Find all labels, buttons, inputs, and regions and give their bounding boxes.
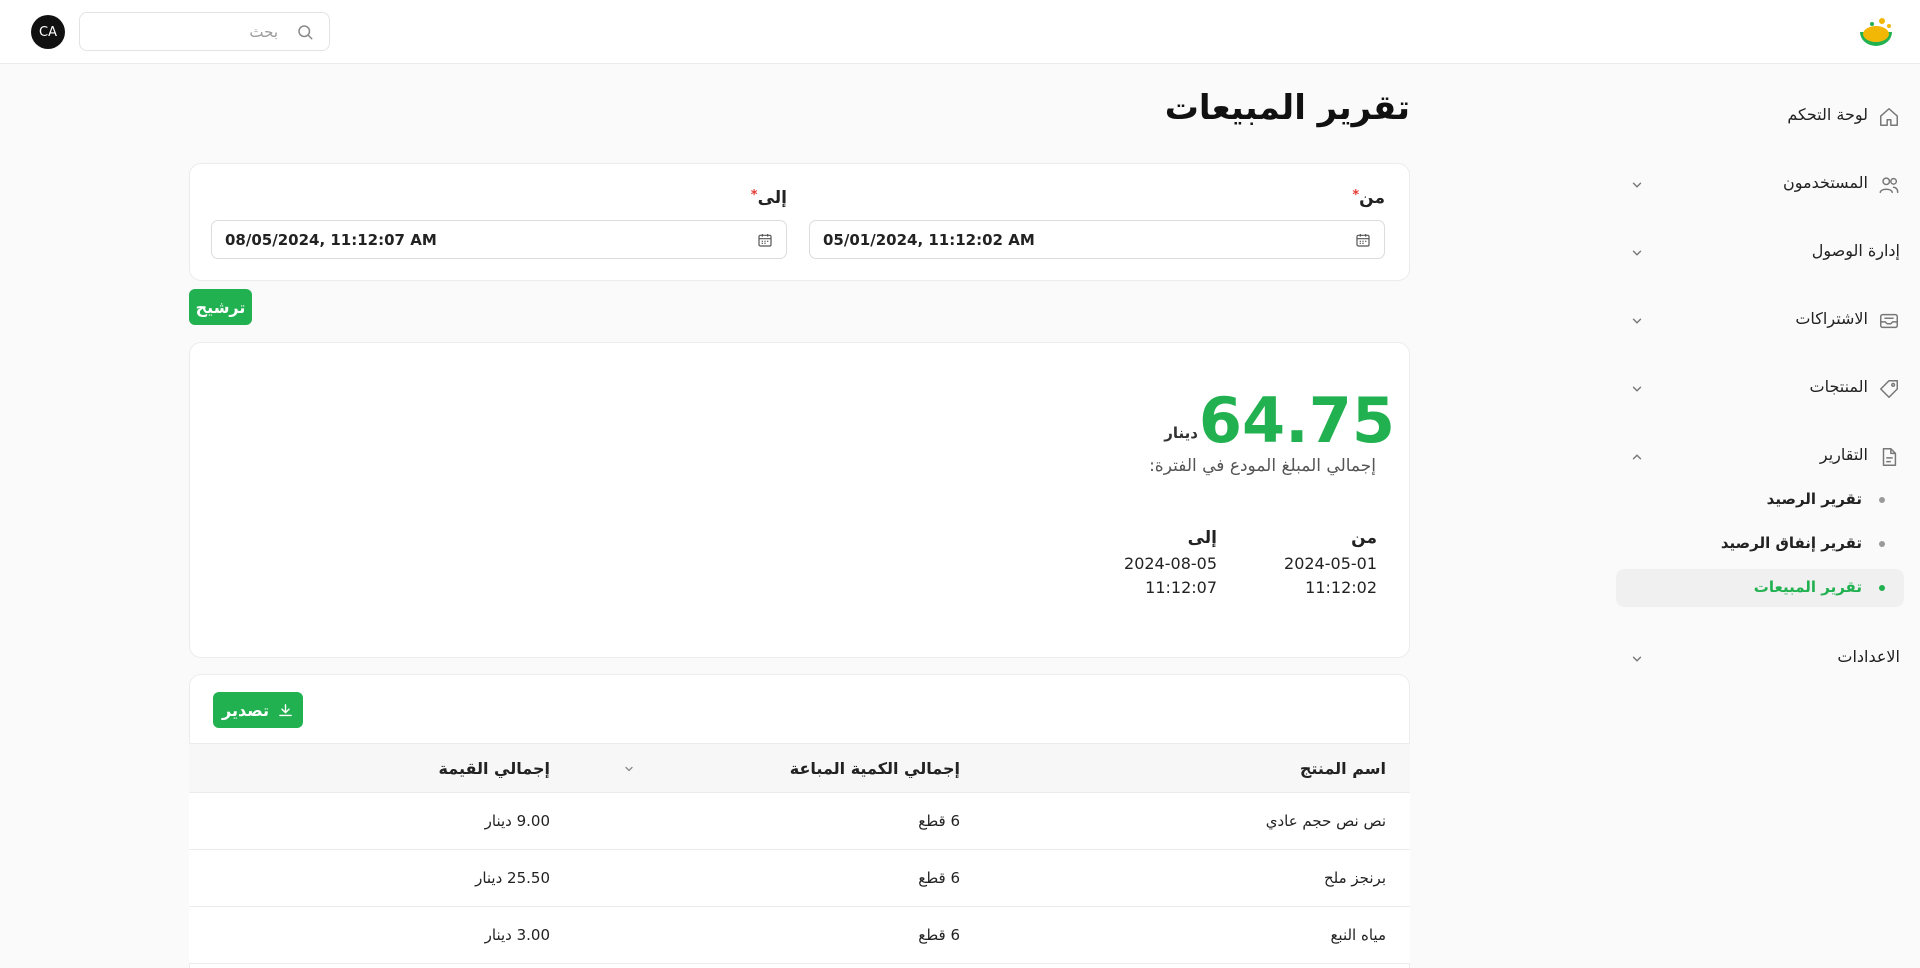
calendar-icon[interactable] (757, 232, 773, 248)
sidebar-subitem-label: تقرير الرصيد (1766, 490, 1862, 508)
bullet-dot-icon (1879, 497, 1885, 503)
top-header: CA (0, 0, 1920, 64)
cell-product-name: برنجز ملح (1323, 869, 1386, 887)
sidebar: لوحة التحكم المستخدمون إدارة الوصول الاش… (1600, 64, 1920, 968)
table-row[interactable]: مياه النبع 6 قطع 3.00 دينار (189, 907, 1410, 964)
sidebar-item-subscriptions[interactable]: الاشتراكات (1620, 300, 1910, 340)
sidebar-item-label: الاعدادات (1837, 647, 1900, 666)
currency-label: دينار (1164, 424, 1198, 442)
sidebar-item-label: المستخدمون (1783, 173, 1868, 192)
file-icon (1882, 448, 1897, 466)
period-to-label: إلى (1187, 528, 1217, 548)
chevron-down-icon (1632, 250, 1642, 256)
export-button[interactable]: تصدير (213, 692, 303, 728)
filter-card: من* 05/01/2024, 11:12:02 AM إلى* 08/05/2… (189, 163, 1410, 281)
from-label: من* (1352, 188, 1385, 208)
download-icon (279, 703, 292, 716)
chevron-down-icon (1632, 318, 1642, 324)
filter-button[interactable]: ترشيح (189, 289, 252, 325)
avatar[interactable]: CA (31, 15, 65, 49)
calendar-icon[interactable] (1355, 232, 1371, 248)
chevron-down-icon (1632, 656, 1642, 662)
sidebar-subitem-balance-spending-report[interactable]: تقرير إنفاق الرصيد (1616, 525, 1904, 563)
sidebar-item-dashboard[interactable]: لوحة التحكم (1620, 96, 1910, 136)
period-total-label: إجمالي المبلغ المودع في الفترة: (1149, 456, 1376, 476)
sidebar-item-label: إدارة الوصول (1811, 241, 1900, 260)
bullet-dot-icon (1879, 585, 1885, 591)
from-date-value: 05/01/2024, 11:12:02 AM (823, 231, 1035, 249)
chevron-up-icon (1632, 454, 1642, 460)
bullet-dot-icon (1879, 541, 1885, 547)
cell-quantity: 6 قطع (918, 869, 960, 887)
column-header-total-quantity[interactable]: إجمالي الكمية المباعة (790, 759, 960, 778)
sidebar-item-users[interactable]: المستخدمون (1620, 164, 1910, 204)
table-header: اسم المنتج إجمالي الكمية المباعة إجمالي … (189, 743, 1410, 793)
cell-product-name: مياه النبع (1330, 926, 1386, 944)
tag-icon (1880, 380, 1898, 398)
table-row[interactable]: برنجز ملح 6 قطع 25.50 دينار (189, 850, 1410, 907)
inbox-icon (1880, 313, 1898, 329)
sales-table: اسم المنتج إجمالي الكمية المباعة إجمالي … (189, 743, 1410, 964)
app-logo-icon[interactable] (1854, 12, 1898, 52)
sidebar-subitem-sales-report[interactable]: تقرير المبيعات (1616, 569, 1904, 607)
column-header-total-value[interactable]: إجمالي القيمة (439, 759, 550, 778)
sidebar-item-label: المنتجات (1809, 377, 1869, 396)
sort-chevron-icon[interactable] (623, 763, 635, 775)
sidebar-subitem-label: تقرير إنفاق الرصيد (1720, 534, 1862, 552)
period-to-date: 2024-08-05 (1124, 554, 1217, 573)
sidebar-item-reports[interactable]: التقارير (1620, 436, 1910, 476)
sidebar-subitem-balance-report[interactable]: تقرير الرصيد (1616, 481, 1904, 519)
sidebar-item-label: لوحة التحكم (1787, 105, 1868, 124)
table-row[interactable]: نص نص حجم عادي 6 قطع 9.00 دينار (189, 793, 1410, 850)
chevron-down-icon (1632, 182, 1642, 188)
from-date-input[interactable]: 05/01/2024, 11:12:02 AM (809, 220, 1385, 259)
period-to-time: 11:12:07 (1145, 578, 1217, 597)
sidebar-subitem-label: تقرير المبيعات (1753, 578, 1862, 596)
cell-product-name: نص نص حجم عادي (1265, 812, 1386, 830)
sidebar-item-products[interactable]: المنتجات (1620, 368, 1910, 408)
period-from-time: 11:12:02 (1305, 578, 1377, 597)
page-title: تقرير المبيعات (1164, 88, 1410, 128)
period-from-label: من (1351, 528, 1377, 548)
to-label: إلى* (750, 188, 787, 208)
home-icon (1880, 108, 1898, 126)
sidebar-item-settings[interactable]: الاعدادات (1620, 638, 1910, 678)
sidebar-item-access-management[interactable]: إدارة الوصول (1620, 232, 1910, 272)
sidebar-item-label: الاشتراكات (1795, 309, 1868, 328)
search-box[interactable] (79, 12, 330, 51)
period-to: إلى 2024-08-05 11:12:07 (1124, 528, 1217, 600)
cell-total: 9.00 دينار (484, 812, 550, 830)
required-mark: * (750, 188, 758, 203)
users-icon (1879, 177, 1899, 194)
to-date-input[interactable]: 08/05/2024, 11:12:07 AM (211, 220, 787, 259)
export-button-label: تصدير (222, 700, 269, 720)
total-amount: 64.75 (1198, 384, 1395, 457)
column-header-product-name[interactable]: اسم المنتج (1300, 759, 1386, 778)
search-icon (298, 25, 313, 40)
cell-quantity: 6 قطع (918, 812, 960, 830)
sidebar-item-label: التقارير (1819, 445, 1868, 464)
period-from: من 2024-05-01 11:12:02 (1284, 528, 1377, 600)
period-from-date: 2024-05-01 (1284, 554, 1377, 573)
cell-quantity: 6 قطع (918, 926, 960, 944)
search-input[interactable] (90, 13, 278, 50)
cell-total: 25.50 دينار (475, 869, 550, 887)
cell-total: 3.00 دينار (484, 926, 550, 944)
chevron-down-icon (1632, 386, 1642, 392)
to-date-value: 08/05/2024, 11:12:07 AM (225, 231, 437, 249)
